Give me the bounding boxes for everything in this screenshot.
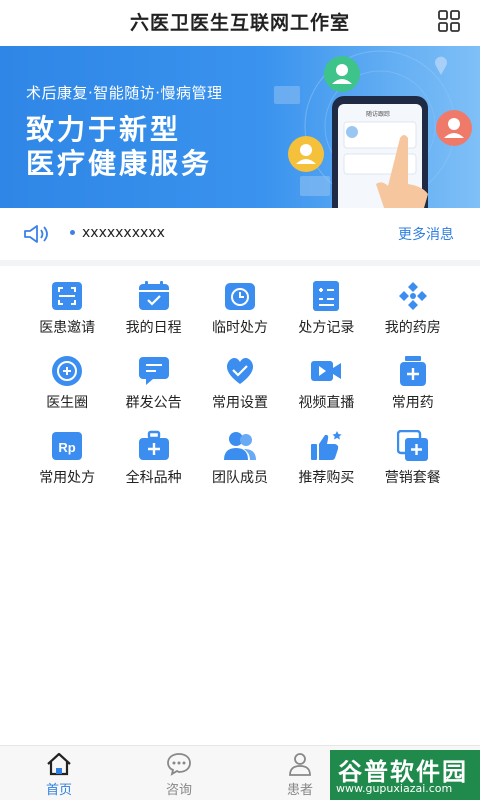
menu-item-patient-invite[interactable]: 医患邀请 (24, 280, 110, 355)
scan-icon (52, 282, 83, 310)
circle-icon (52, 356, 83, 386)
promo-banner[interactable]: 术后康复·智能随访·慢病管理 致力于新型 医疗健康服务 随访跟踪 (0, 46, 480, 208)
medkit-icon (138, 430, 169, 460)
watermark-url: www.gupuxiazai.com (336, 782, 453, 795)
menu-label: 医患邀请 (39, 320, 96, 336)
menu-item-recommend-buy[interactable]: 推荐购买 (283, 430, 369, 505)
site-watermark: 谷普软件园 www.gupuxiazai.com (330, 750, 480, 800)
heart-icon (226, 358, 254, 384)
rp-icon: Rp (52, 432, 83, 460)
menu-item-my-pharmacy[interactable]: 我的药房 (370, 280, 456, 355)
menu-label: 团队成员 (211, 470, 268, 486)
clock-icon (224, 283, 255, 310)
function-grid: 医患邀请 我的日程 临时处方 处方记录 我的药房 医生圈 群发公告 常用设置 视… (24, 280, 456, 505)
menu-label: 营销套餐 (384, 470, 441, 486)
banner-subtitle: 术后康复·智能随访·慢病管理 (26, 84, 223, 102)
chat-icon (138, 357, 169, 385)
menu-label: 推荐购买 (298, 470, 355, 486)
menu-label: 全科品种 (125, 470, 182, 486)
tab-label: 患者 (286, 783, 313, 798)
menu-item-common-settings[interactable]: 常用设置 (197, 355, 283, 430)
speaker-icon (24, 225, 48, 243)
svg-text:Rp: Rp (59, 440, 76, 455)
menu-item-marketing-package[interactable]: 营销套餐 (370, 430, 456, 505)
tab-patients[interactable]: 患者 (270, 752, 330, 798)
tab-consult[interactable]: 咨询 (149, 752, 209, 798)
menu-label: 常用设置 (211, 395, 268, 411)
phone-screen-title: 随访跟踪 (366, 110, 390, 118)
patient-icon (289, 753, 311, 776)
record-icon (313, 281, 340, 311)
notice-text[interactable]: xxxxxxxxxx (82, 225, 165, 241)
menu-item-video-live[interactable]: 视频直播 (283, 355, 369, 430)
thumbs-up-icon (311, 431, 342, 460)
menu-label: 医生圈 (46, 395, 89, 411)
menu-label: 我的药房 (384, 320, 441, 336)
pharmacy-icon (398, 282, 427, 310)
package-icon (396, 430, 428, 461)
menu-item-temp-prescription[interactable]: 临时处方 (197, 280, 283, 355)
calendar-icon (138, 281, 169, 310)
menu-label: 群发公告 (125, 395, 182, 411)
tab-label: 首页 (45, 783, 72, 798)
tab-home[interactable]: 首页 (29, 752, 89, 798)
notice-bullet (70, 230, 75, 235)
page-title: 六医卫医生互联网工作室 (129, 12, 350, 34)
section-divider (0, 260, 480, 266)
medicine-box-icon (399, 356, 426, 386)
menu-item-team-members[interactable]: 团队成员 (197, 430, 283, 505)
menu-label: 临时处方 (211, 320, 268, 336)
menu-label: 视频直播 (298, 395, 355, 411)
video-icon (311, 361, 342, 381)
menu-item-prescription-record[interactable]: 处方记录 (283, 280, 369, 355)
app-header: 六医卫医生互联网工作室 (0, 0, 480, 46)
notice-bar: xxxxxxxxxx 更多消息 (0, 208, 480, 260)
banner-headline-2: 医疗健康服务 (26, 147, 213, 180)
menu-label: 我的日程 (125, 320, 182, 336)
chat-bubble-icon (167, 753, 191, 776)
menu-item-common-medicine[interactable]: 常用药 (370, 355, 456, 430)
team-icon (223, 432, 256, 460)
tab-label: 咨询 (165, 783, 192, 798)
menu-item-group-notice[interactable]: 群发公告 (110, 355, 196, 430)
grid-menu-icon[interactable] (438, 10, 460, 32)
menu-item-my-schedule[interactable]: 我的日程 (110, 280, 196, 355)
menu-item-doctor-circle[interactable]: 医生圈 (24, 355, 110, 430)
menu-item-all-categories[interactable]: 全科品种 (110, 430, 196, 505)
menu-label: 常用处方 (39, 470, 96, 486)
menu-label: 处方记录 (298, 320, 355, 336)
menu-label: 常用药 (391, 395, 434, 411)
banner-illustration: 随访跟踪 (274, 50, 472, 208)
home-icon (47, 752, 71, 776)
menu-item-common-prescription[interactable]: Rp 常用处方 (24, 430, 110, 505)
more-messages-link[interactable]: 更多消息 (398, 224, 454, 244)
